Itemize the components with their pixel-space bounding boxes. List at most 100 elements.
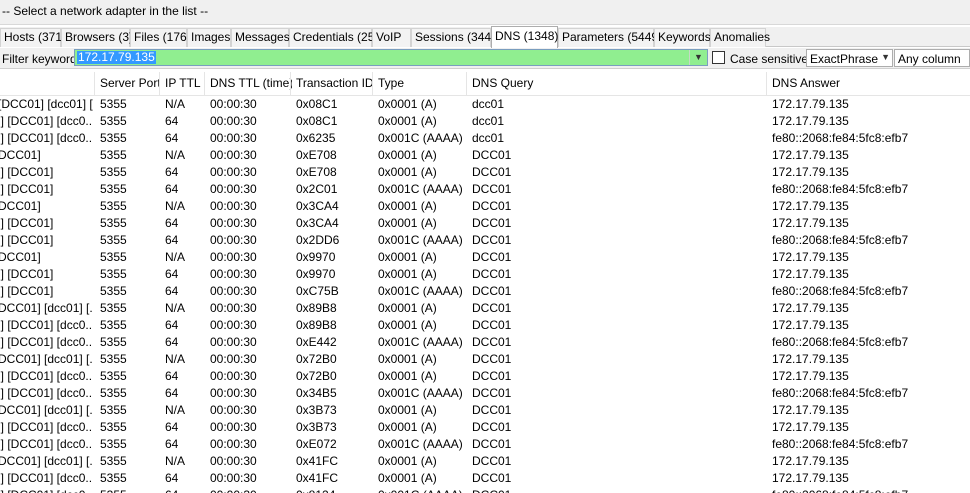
- cell-dns-answer: 172.17.79.135: [772, 454, 849, 468]
- cell-dns-answer: 172.17.79.135: [772, 471, 849, 485]
- cell-dns-ttl: 00:00:30: [210, 352, 257, 366]
- cell-type: 0x0001 (A): [378, 420, 437, 434]
- table-row[interactable]: DCC01] [dcc01] [... 5355 N/A 00:00:30 0x3B73…: [0, 402, 970, 419]
- table-row[interactable]: l] [DCC01] 5355 64 00:00:30 0x3CA4 0x0001 (A)…: [0, 215, 970, 232]
- cell-dns-answer: 172.17.79.135: [772, 148, 849, 162]
- table-row[interactable]: l] [DCC01] [dcc0... 5355 64 00:00:30 0x72B0 0…: [0, 368, 970, 385]
- column-divider[interactable]: [290, 72, 291, 95]
- table-header: Server Port IP TTL DNS TTL (time) Transacti…: [0, 72, 970, 96]
- cell-dns-ttl: 00:00:30: [210, 437, 257, 451]
- tab-dns[interactable]: DNS (1348): [491, 26, 558, 48]
- table-row[interactable]: l] [DCC01] [dcc0... 5355 64 00:00:30 0x6235 0…: [0, 130, 970, 147]
- cell-dns-ttl: 00:00:30: [210, 420, 257, 434]
- tab-images[interactable]: Images: [187, 28, 231, 47]
- cell-transaction-id: 0x72B0: [296, 352, 337, 366]
- cell-transaction-id: 0x9970: [296, 267, 336, 281]
- cell-type: 0x001C (AAAA): [378, 386, 463, 400]
- cell-dns-query: DCC01: [472, 182, 512, 196]
- column-header-host[interactable]: [0, 72, 93, 95]
- table-row[interactable]: l] [DCC01] [dcc0... 5355 64 00:00:30 0x34B5 0…: [0, 385, 970, 402]
- cell-type: 0x0001 (A): [378, 454, 437, 468]
- table-row[interactable]: [DCC01] [dcc01] [... 5355 N/A 00:00:30 0x08C…: [0, 96, 970, 113]
- network-adapter-selector[interactable]: -- Select a network adapter in the list …: [0, 0, 970, 25]
- filter-keyword-input[interactable]: 172.17.79.135 ▼: [74, 49, 708, 66]
- table-row[interactable]: l] [DCC01] [dcc0... 5355 64 00:00:30 0x08C1 0…: [0, 113, 970, 130]
- table-row[interactable]: l] [DCC01] 5355 64 00:00:30 0xC75B 0x001C (AA…: [0, 283, 970, 300]
- cell-dns-query: dcc01: [472, 131, 505, 145]
- tab-sessions[interactable]: Sessions (344): [411, 28, 495, 47]
- filter-keyword-label: Filter keyword:: [2, 52, 81, 66]
- cell-dns-answer: fe80::2068:fe84:5fc8:efb7: [772, 437, 909, 451]
- table-row[interactable]: l] [DCC01] 5355 64 00:00:30 0x9970 0x0001 (A)…: [0, 266, 970, 283]
- cell-host: l] [DCC01]: [0, 216, 54, 230]
- cell-ip-ttl: N/A: [165, 403, 186, 417]
- tab-parameters[interactable]: Parameters (5449): [558, 28, 662, 47]
- match-mode-select[interactable]: ExactPhrase ▼: [806, 49, 893, 67]
- cell-transaction-id: 0x9970: [296, 250, 336, 264]
- table-row[interactable]: l] [DCC01] [dcc0... 5355 64 00:00:30 0xE442 0…: [0, 334, 970, 351]
- column-header-dns-ttl[interactable]: DNS TTL (time): [210, 72, 292, 95]
- column-header-server-port[interactable]: Server Port: [100, 72, 160, 95]
- cell-type: 0x0001 (A): [378, 369, 437, 383]
- cell-dns-answer: 172.17.79.135: [772, 267, 849, 281]
- cell-server-port: 5355: [100, 182, 127, 196]
- column-divider[interactable]: [94, 72, 95, 95]
- cell-dns-query: DCC01: [472, 250, 512, 264]
- table-row[interactable]: l] [DCC01] 5355 64 00:00:30 0x2DD6 0x001C (AA…: [0, 232, 970, 249]
- cell-ip-ttl: N/A: [165, 352, 186, 366]
- case-sensitive-checkbox[interactable]: [712, 51, 725, 64]
- table-row[interactable]: DCC01] 5355 N/A 00:00:30 0xE708 0x0001 (A) DCC…: [0, 147, 970, 164]
- tab-hosts[interactable]: Hosts (371): [0, 28, 66, 47]
- column-header-dns-query[interactable]: DNS Query: [472, 72, 762, 95]
- tab-browsers[interactable]: Browsers (3): [61, 28, 133, 47]
- cell-host: l] [DCC01]: [0, 165, 54, 179]
- cell-ip-ttl: 64: [165, 114, 179, 128]
- cell-dns-query: DCC01: [472, 318, 512, 332]
- table-row[interactable]: l] [DCC01] [dcc0... 5355 64 00:00:30 0xE072 0…: [0, 436, 970, 453]
- cell-host: l] [DCC01] [dcc0...: [0, 318, 93, 332]
- column-divider[interactable]: [372, 72, 373, 95]
- cell-type: 0x001C (AAAA): [378, 233, 463, 247]
- column-select[interactable]: Any column: [894, 49, 970, 67]
- column-select-value: Any column: [898, 52, 961, 66]
- cell-host: l] [DCC01]: [0, 182, 54, 196]
- table-row[interactable]: l] [DCC01] 5355 64 00:00:30 0xE708 0x0001 (A)…: [0, 164, 970, 181]
- tab-bar: Hosts (371) Browsers (3) Files (176) Images…: [0, 26, 970, 48]
- cell-dns-ttl: 00:00:30: [210, 267, 257, 281]
- table-row[interactable]: l] [DCC01] [dcc0... 5355 6400:00:30 0x8124 0…: [0, 487, 970, 493]
- table-row[interactable]: l] [DCC01] [dcc0... 5355 64 00:00:30 0x3B73 0…: [0, 419, 970, 436]
- cell-dns-ttl: 00:00:30: [210, 318, 257, 332]
- table-row[interactable]: DCC01] [dcc01] [... 5355 N/A 00:00:30 0x41FC…: [0, 453, 970, 470]
- cell-server-port: 5355: [100, 216, 127, 230]
- column-divider[interactable]: [159, 72, 160, 95]
- table-row[interactable]: DCC01] 5355 N/A 00:00:30 0x9970 0x0001 (A) DCC…: [0, 249, 970, 266]
- tab-credentials[interactable]: Credentials (25): [289, 28, 378, 47]
- cell-type: 0x001C (AAAA): [378, 335, 463, 349]
- tab-anomalies[interactable]: Anomalies: [710, 28, 770, 47]
- table-row[interactable]: l] [DCC01] [dcc0... 5355 64 00:00:30 0x89B8 0…: [0, 317, 970, 334]
- table-row[interactable]: DCC01] 5355 N/A 00:00:30 0x3CA4 0x0001 (A) DCC…: [0, 198, 970, 215]
- column-header-type[interactable]: Type: [378, 72, 468, 95]
- tab-files[interactable]: Files (176): [130, 28, 191, 47]
- column-divider[interactable]: [466, 72, 467, 95]
- cell-type: 0x0001 (A): [378, 352, 437, 366]
- cell-type: 0x0001 (A): [378, 114, 437, 128]
- table-row[interactable]: l] [DCC01] 5355 64 00:00:30 0x2C01 0x001C (AA…: [0, 181, 970, 198]
- tab-keywords[interactable]: Keywords: [654, 28, 711, 47]
- column-header-dns-answer[interactable]: DNS Answer: [772, 72, 970, 95]
- cell-dns-ttl: 00:00:30: [210, 199, 257, 213]
- table-row[interactable]: DCC01] [dcc01] [... 5355 N/A 00:00:30 0x89B8…: [0, 300, 970, 317]
- tab-voip[interactable]: VoIP: [372, 28, 411, 47]
- cell-type: 0x0001 (A): [378, 199, 437, 213]
- table-row[interactable]: DCC01] [dcc01] [... 5355 N/A 00:00:30 0x72B0…: [0, 351, 970, 368]
- column-divider[interactable]: [766, 72, 767, 95]
- chevron-down-icon[interactable]: ▼: [689, 50, 707, 65]
- column-header-transaction-id[interactable]: Transaction ID: [296, 72, 374, 95]
- column-divider[interactable]: [204, 72, 205, 95]
- cell-transaction-id: 0x08C1: [296, 97, 338, 111]
- cell-dns-query: DCC01: [472, 216, 512, 230]
- chevron-down-icon[interactable]: ▼: [881, 52, 890, 62]
- table-row[interactable]: l] [DCC01] [dcc0... 5355 64 00:00:30 0x41FC 0…: [0, 470, 970, 487]
- column-header-ip-ttl[interactable]: IP TTL: [165, 72, 207, 95]
- tab-messages[interactable]: Messages: [231, 28, 290, 47]
